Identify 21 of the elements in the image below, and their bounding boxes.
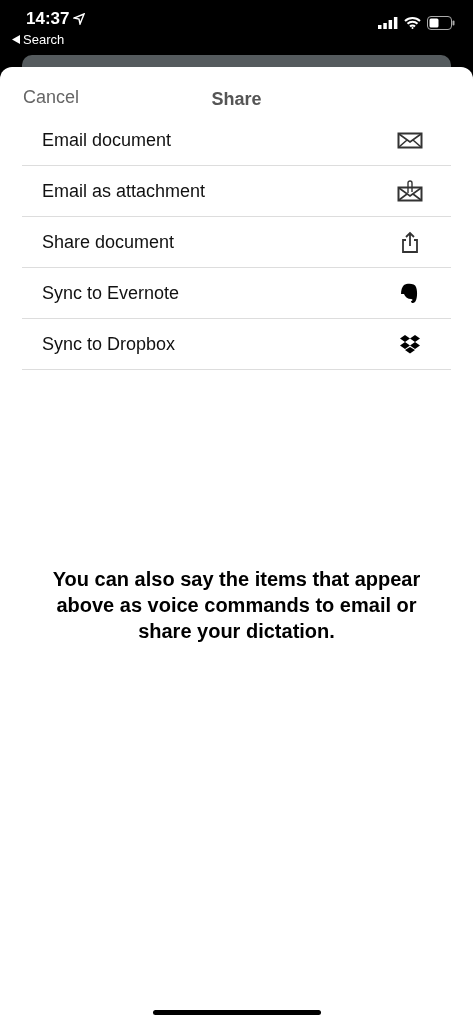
cancel-button[interactable]: Cancel (23, 86, 80, 108)
share-option[interactable]: Sync to Dropbox (22, 319, 451, 370)
share-option[interactable]: Email document (22, 115, 451, 166)
option-label: Email document (42, 129, 172, 151)
share-option[interactable]: Sync to Evernote (22, 268, 451, 319)
voice-hint: You can also say the items that appear above as voice commands to email or share your dictation. (51, 567, 422, 644)
back-link[interactable]: Search (12, 32, 86, 47)
option-label: Sync to Evernote (42, 282, 180, 304)
clock-time: 14:37 (26, 9, 86, 29)
location-arrow-icon (73, 13, 86, 25)
envelope-paperclip-icon (397, 180, 423, 202)
option-label: Share document (42, 231, 175, 253)
share-option[interactable]: Email as attachment (22, 166, 451, 217)
wifi-icon (404, 16, 421, 29)
option-label: Sync to Dropbox (42, 333, 176, 355)
battery-icon (427, 15, 455, 30)
signal-icon (378, 16, 398, 29)
sheet-title: Share (211, 89, 262, 110)
back-triangle-icon (12, 35, 20, 44)
share-option[interactable]: Share document (22, 217, 451, 268)
option-label: Email as attachment (42, 180, 206, 202)
